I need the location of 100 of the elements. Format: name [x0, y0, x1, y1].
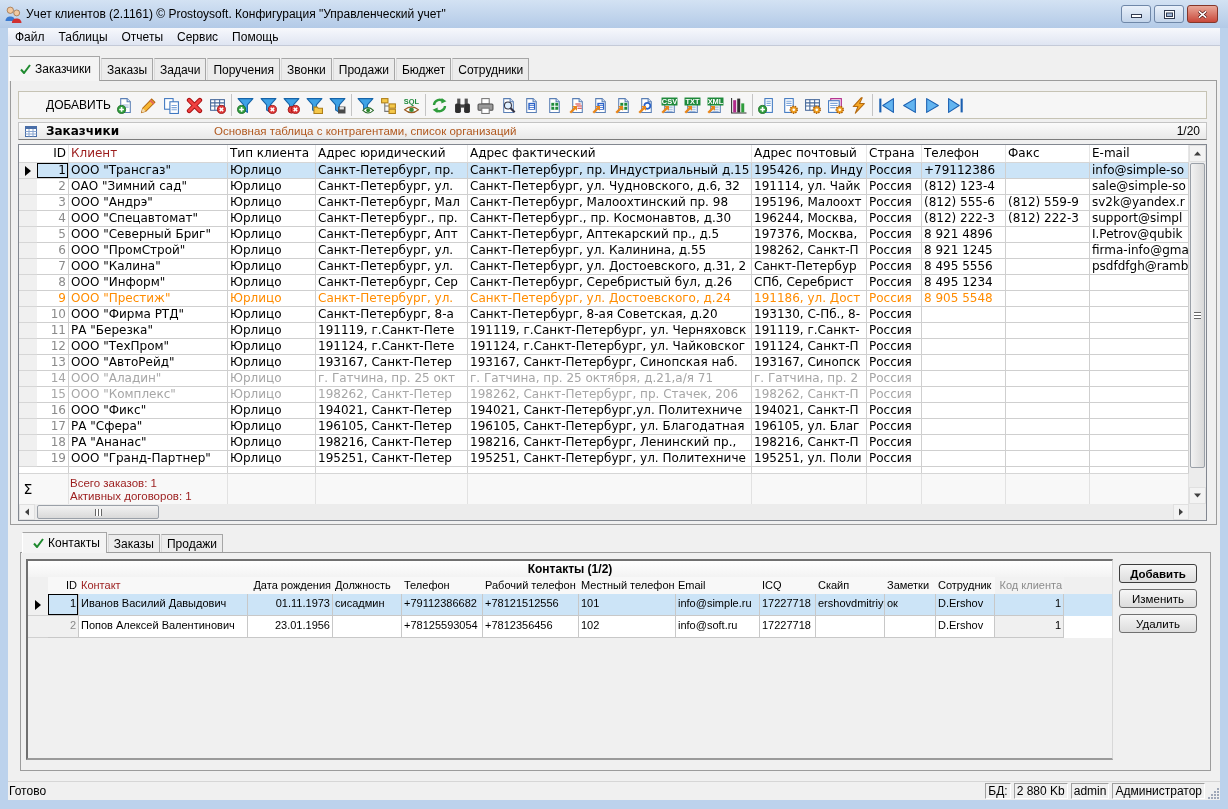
- filter-remove-icon[interactable]: [259, 96, 277, 114]
- last-record-icon[interactable]: [946, 96, 964, 114]
- filter-eye-icon[interactable]: [356, 96, 374, 114]
- row-header[interactable]: [28, 594, 48, 616]
- table-row[interactable]: 18 РА "Ананас" Юрлицо 198216, Санкт-Петер 198216, Санкт-Петербург, Ленинский пр., 198216, Санкт-П Россия: [19, 435, 1189, 451]
- tab[interactable]: Бюджет: [395, 58, 452, 80]
- printer-icon[interactable]: [476, 96, 494, 114]
- tab[interactable]: Поручения: [207, 58, 280, 80]
- resize-grip-icon[interactable]: [1208, 787, 1220, 799]
- column-header[interactable]: Сотрудник: [936, 577, 995, 594]
- column-header[interactable]: ID: [48, 577, 79, 594]
- table-row[interactable]: 7 ООО "Калина" Юрлицо Санкт-Петербург, ул. Санкт-Петербург, ул. Достоевского, д.31, 2 Санкт-Петербур Россия 8 495 5556 psdfdfgh@ramb: [19, 259, 1189, 275]
- table-row[interactable]: 17 РА "Сфера" Юрлицо 196105, Санкт-Петер 196105, Санкт-Петербург, ул. Благодатная 196105, ул. Благ Россия: [19, 419, 1189, 435]
- pages-gear-icon[interactable]: [826, 96, 844, 114]
- table-row[interactable]: 11 РА "Березка" Юрлицо 191119, г.Санкт-Пете 191119, г.Санкт-Петербург, ул. Черняховск 191119, г.Санкт- Россия: [19, 323, 1189, 339]
- column-header[interactable]: Телефон: [922, 145, 1006, 162]
- spreadsheet-export-icon[interactable]: [614, 96, 632, 114]
- tab[interactable]: Продажи: [332, 58, 395, 80]
- table-gear-icon[interactable]: [803, 96, 821, 114]
- column-header[interactable]: Местный телефон: [579, 577, 676, 594]
- scroll-down-icon[interactable]: [1189, 487, 1206, 504]
- table-row[interactable]: 8 ООО "Информ" Юрлицо Санкт-Петербург, Сер Санкт-Петербург, Серебристый бул, д.26 СПб, Серебрист Россия 8 495 1234: [19, 275, 1189, 291]
- menu-item[interactable]: Помощь: [225, 28, 286, 45]
- word-export-icon[interactable]: [591, 96, 609, 114]
- column-header[interactable]: Клиент: [69, 145, 228, 162]
- pencil-icon[interactable]: [139, 96, 157, 114]
- column-header[interactable]: Адрес юридический: [316, 145, 468, 162]
- column-header[interactable]: Адрес почтовый: [752, 145, 867, 162]
- tab[interactable]: Задачи: [154, 58, 207, 80]
- table-delete-icon[interactable]: [208, 96, 226, 114]
- column-header[interactable]: Адрес фактический: [468, 145, 752, 162]
- previous-record-icon[interactable]: [900, 96, 918, 114]
- scroll-left-icon[interactable]: [19, 504, 35, 520]
- filter-save-icon[interactable]: [328, 96, 346, 114]
- scroll-right-icon[interactable]: [1173, 504, 1189, 520]
- add-button[interactable]: Добавить: [1119, 564, 1197, 583]
- first-record-icon[interactable]: [877, 96, 895, 114]
- tab[interactable]: Сотрудники: [452, 58, 530, 80]
- tab[interactable]: Продажи: [160, 534, 224, 552]
- tab[interactable]: Заказы: [101, 58, 154, 80]
- table-row[interactable]: 16 ООО "Фикс" Юрлицо 194021, Санкт-Петер 194021, Санкт-Петербург,ул. Политехниче 194021, Санкт-П Россия: [19, 403, 1189, 419]
- scrollbar-thumb[interactable]: [37, 505, 159, 519]
- maximize-button[interactable]: [1154, 5, 1184, 23]
- column-header[interactable]: ID: [37, 145, 69, 162]
- add-button[interactable]: ДОБАВИТЬ: [44, 97, 113, 113]
- tree-icon[interactable]: [379, 96, 397, 114]
- menu-item[interactable]: Файл: [8, 28, 52, 45]
- menu-item[interactable]: Отчеты: [114, 28, 170, 45]
- column-header[interactable]: Страна: [867, 145, 922, 162]
- next-record-icon[interactable]: [923, 96, 941, 114]
- table-row[interactable]: 2 Попов Алексей Валентинович 23.01.1956 +78125593054 +7812356456 102 info@soft.ru 17227718 D.Ershov 1: [28, 616, 1112, 638]
- tab[interactable]: Звонки: [281, 58, 332, 80]
- copy-icon[interactable]: [162, 96, 180, 114]
- table-row[interactable]: 5 ООО "Северный Бриг" Юрлицо Санкт-Петербург, Апт Санкт-Петербург, Аптекарский пр., д.5 197376, Москва, Россия 8 921 4896 I.Petrov@qubik: [19, 227, 1189, 243]
- scroll-up-icon[interactable]: [1189, 145, 1206, 162]
- filter-folder-icon[interactable]: [305, 96, 323, 114]
- column-header[interactable]: Скайп: [816, 577, 885, 594]
- column-header[interactable]: Контакт: [79, 577, 248, 594]
- table-row[interactable]: 1 Иванов Василий Давыдович 01.11.1973 сисадмин +79112386682 +78121512556 101 info@simple.ru 17227718 ershovdmitriy ок D.Ershov 1: [28, 594, 1112, 616]
- tab[interactable]: Заказчики: [9, 56, 100, 81]
- table-row[interactable]: 13 ООО "АвтоРейд" Юрлицо 193167, Санкт-Петер 193167, Санкт-Петербург, Синопская наб. 193167, Синопск Россия: [19, 355, 1189, 371]
- bar-chart-icon[interactable]: [729, 96, 747, 114]
- table-row[interactable]: 19 ООО "Гранд-Партнер" Юрлицо 195251, Санкт-Петер 195251, Санкт-Петербург, ул. Политехниче 195251, ул. Поли Россия: [19, 451, 1189, 467]
- binoculars-icon[interactable]: [453, 96, 471, 114]
- column-header[interactable]: Заметки: [885, 577, 936, 594]
- horizontal-scrollbar[interactable]: [19, 504, 1189, 520]
- menu-item[interactable]: Таблицы: [51, 28, 115, 45]
- web-export-icon[interactable]: [637, 96, 655, 114]
- row-header[interactable]: [19, 163, 37, 179]
- vertical-scrollbar[interactable]: [1189, 145, 1206, 504]
- table-row[interactable]: 1 ООО "Трансгаз" Юрлицо Санкт-Петербург, пр. Санкт-Петербург, пр. Индустриальный д.15 195426, пр. Инду Россия +79112386 info@simple-so: [19, 163, 1189, 179]
- document-add-icon[interactable]: [116, 96, 134, 114]
- filter-add-icon[interactable]: [236, 96, 254, 114]
- minimize-button[interactable]: [1121, 5, 1151, 23]
- table-row[interactable]: 3 ООО "Андрэ" Юрлицо Санкт-Петербург, Мал Санкт-Петербург, Малоохтинский пр. 98 195196, Малоохт Россия (812) 555-6 (812) 559-9 sv2k@yandex.r: [19, 195, 1189, 211]
- column-header[interactable]: Рабочий телефон: [483, 577, 579, 594]
- refresh-icon[interactable]: [430, 96, 448, 114]
- column-header[interactable]: Факс: [1006, 145, 1090, 162]
- delete-button[interactable]: Удалить: [1119, 614, 1197, 633]
- table-row[interactable]: 4 ООО "Спецавтомат" Юрлицо Санкт-Петербург., пр. Санкт-Петербург., пр. Космонавтов, д.30 196244, Москва, Россия (812) 222-3 (812) 222-3 support@simpl: [19, 211, 1189, 227]
- edit-button[interactable]: Изменить: [1119, 589, 1197, 608]
- table-row[interactable]: 2 ОАО "Зимний сад" Юрлицо Санкт-Петербург, ул. Санкт-Петербург, ул. Чудновского, д.6, 32 191114, ул. Чайк Россия (812) 123-4 sale@simple-so: [19, 179, 1189, 195]
- tab[interactable]: Контакты: [22, 532, 107, 553]
- table-row[interactable]: 12 ООО "ТехПром" Юрлицо 191124, г.Санкт-Пете 191124, г.Санкт-Петербург, ул. Чайковског 191124, Санкт-П Россия: [19, 339, 1189, 355]
- table-row[interactable]: 6 ООО "ПромСтрой" Юрлицо Санкт-Петербург, ул. Санкт-Петербург, ул. Калинина, д.55 198262, Санкт-П Россия 8 921 1245 firma-info@gma: [19, 243, 1189, 259]
- tab[interactable]: Заказы: [107, 534, 160, 552]
- menu-item[interactable]: Сервис: [170, 28, 226, 45]
- delete-icon[interactable]: [185, 96, 203, 114]
- column-header[interactable]: Тип клиента: [228, 145, 316, 162]
- document-export-icon[interactable]: [568, 96, 586, 114]
- scrollbar-thumb[interactable]: [1190, 163, 1205, 468]
- column-header[interactable]: Телефон: [402, 577, 483, 594]
- filter-clear-icon[interactable]: [282, 96, 300, 114]
- close-button[interactable]: [1187, 5, 1218, 23]
- column-header[interactable]: Должность: [333, 577, 402, 594]
- column-header[interactable]: Email: [676, 577, 760, 594]
- column-header[interactable]: ICQ: [760, 577, 816, 594]
- page-add-icon[interactable]: [757, 96, 775, 114]
- table-row[interactable]: 10 ООО "Фирма РТД" Юрлицо Санкт-Петербург, 8-а Санкт-Петербург, 8-ая Советская, д.20 193130, С-Пб., 8- Россия: [19, 307, 1189, 323]
- column-header[interactable]: Дата рождения: [248, 577, 333, 594]
